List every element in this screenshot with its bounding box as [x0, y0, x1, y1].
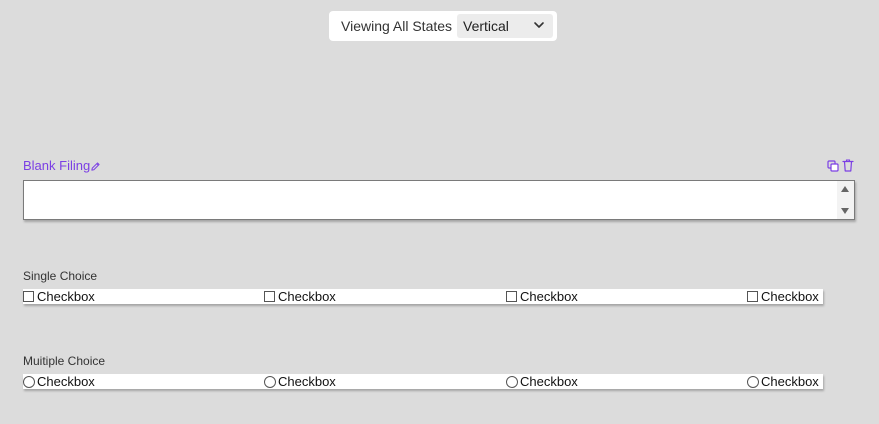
option-label: Checkbox [37, 289, 95, 304]
option-label: Checkbox [278, 289, 336, 304]
option-label: Checkbox [278, 374, 336, 389]
blank-filing-textarea[interactable] [23, 180, 855, 220]
trash-icon[interactable] [842, 159, 854, 172]
radio-icon[interactable] [23, 375, 35, 388]
checkbox-icon[interactable] [264, 291, 275, 302]
option-label: Checkbox [37, 374, 95, 389]
checkbox-icon[interactable] [506, 291, 517, 302]
single-choice-label: Single Choice [23, 269, 98, 283]
scroll-up-arrow-icon[interactable] [841, 186, 849, 192]
option-label: Checkbox [761, 289, 819, 304]
copy-icon[interactable] [827, 160, 839, 172]
viewing-states-label: Viewing All States [341, 18, 453, 34]
multiple-choice-option[interactable]: Checkbox [747, 374, 819, 389]
textarea-scrollbar[interactable] [837, 181, 854, 219]
radio-icon[interactable] [506, 375, 518, 388]
blank-filing-title: Blank Filing [23, 158, 91, 173]
option-label: Checkbox [520, 374, 578, 389]
checkbox-icon[interactable] [23, 291, 34, 302]
scroll-down-arrow-icon[interactable] [841, 208, 849, 214]
single-choice-option[interactable]: Checkbox [23, 289, 95, 304]
multiple-choice-option[interactable]: Checkbox [506, 374, 578, 389]
multiple-choice-option[interactable]: Checkbox [23, 374, 95, 389]
single-choice-options: Checkbox Checkbox Checkbox Checkbox [23, 289, 823, 304]
single-choice-option[interactable]: Checkbox [264, 289, 336, 304]
multiple-choice-options: Checkbox Checkbox Checkbox Checkbox [23, 374, 823, 389]
single-choice-option[interactable]: Checkbox [506, 289, 578, 304]
multiple-choice-option[interactable]: Checkbox [264, 374, 336, 389]
single-choice-option[interactable]: Checkbox [747, 289, 819, 304]
option-label: Checkbox [761, 374, 819, 389]
checkbox-icon[interactable] [747, 291, 758, 302]
pencil-icon[interactable] [90, 161, 101, 172]
blank-filing-header: Blank Filing [23, 158, 855, 176]
option-label: Checkbox [520, 289, 578, 304]
view-toolbar: Viewing All States Vertical [329, 11, 557, 41]
radio-icon[interactable] [747, 375, 759, 388]
multiple-choice-label: Muitiple Choice [23, 354, 106, 368]
orientation-select[interactable]: Vertical [457, 14, 553, 38]
radio-icon[interactable] [264, 375, 276, 388]
orientation-select-value: Vertical [463, 18, 509, 34]
chevron-down-icon [534, 22, 544, 28]
